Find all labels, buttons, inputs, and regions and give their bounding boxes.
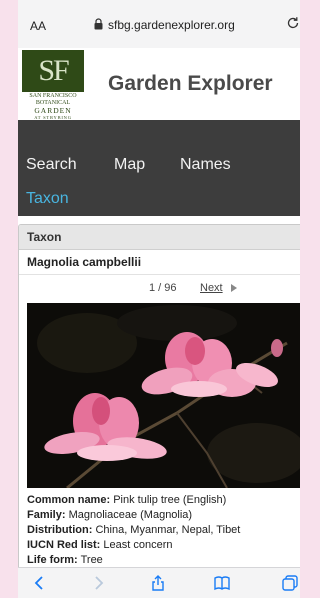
magnolia-photo[interactable] xyxy=(27,303,300,488)
reader-settings-button[interactable]: AA xyxy=(30,19,46,33)
detail-row: Life form: Tree xyxy=(27,554,103,566)
site-header: SF SAN FRANCISCO BOTANICAL GARDEN AT STR… xyxy=(18,48,300,127)
nav-map[interactable]: Map xyxy=(114,156,145,174)
reload-icon[interactable] xyxy=(286,16,300,30)
lock-icon xyxy=(94,18,103,30)
detail-row: Common name: Pink tulip tree (English) xyxy=(27,494,227,506)
back-icon[interactable] xyxy=(32,575,48,591)
logo-line: GARDEN xyxy=(34,106,72,115)
next-link[interactable]: Next xyxy=(200,282,223,294)
page-count: 1 / 96 xyxy=(149,282,177,294)
pager: 1 / 96 Next xyxy=(19,275,300,301)
panel-heading: Taxon xyxy=(19,225,300,250)
taxon-panel: Taxon Magnolia campbellii 1 / 96 Next Co… xyxy=(18,224,300,586)
url-text[interactable]: sfbg.gardenexplorer.org xyxy=(108,18,235,32)
logo-mark: SF xyxy=(22,50,84,92)
forward-icon[interactable] xyxy=(90,575,106,591)
main-nav: Search Map Names Taxon xyxy=(18,120,300,216)
nav-taxon[interactable]: Taxon xyxy=(26,190,69,208)
detail-row: IUCN Red list: Least concern xyxy=(27,539,173,551)
detail-row: Family: Magnoliaceae (Magnolia) xyxy=(27,509,193,521)
next-arrow-icon[interactable] xyxy=(231,284,237,292)
nav-search[interactable]: Search xyxy=(26,156,77,174)
logo-line: SAN FRANCISCO xyxy=(29,93,77,99)
site-title: Garden Explorer xyxy=(108,72,273,95)
taxon-details: Common name: Pink tulip tree (English) F… xyxy=(27,493,240,568)
browser-address-bar: AA sfbg.gardenexplorer.org xyxy=(18,0,300,49)
taxon-name: Magnolia campbellii xyxy=(19,250,300,275)
garden-logo[interactable]: SF SAN FRANCISCO BOTANICAL GARDEN AT STR… xyxy=(22,50,84,127)
bookmarks-icon[interactable] xyxy=(214,575,230,591)
browser-toolbar xyxy=(18,567,300,598)
share-icon[interactable] xyxy=(150,575,166,591)
phone-screen: AA sfbg.gardenexplorer.org SF SAN FRANCI… xyxy=(18,0,300,598)
tabs-icon[interactable] xyxy=(282,575,298,591)
detail-row: Distribution: China, Myanmar, Nepal, Tib… xyxy=(27,524,241,536)
nav-names[interactable]: Names xyxy=(180,156,231,174)
